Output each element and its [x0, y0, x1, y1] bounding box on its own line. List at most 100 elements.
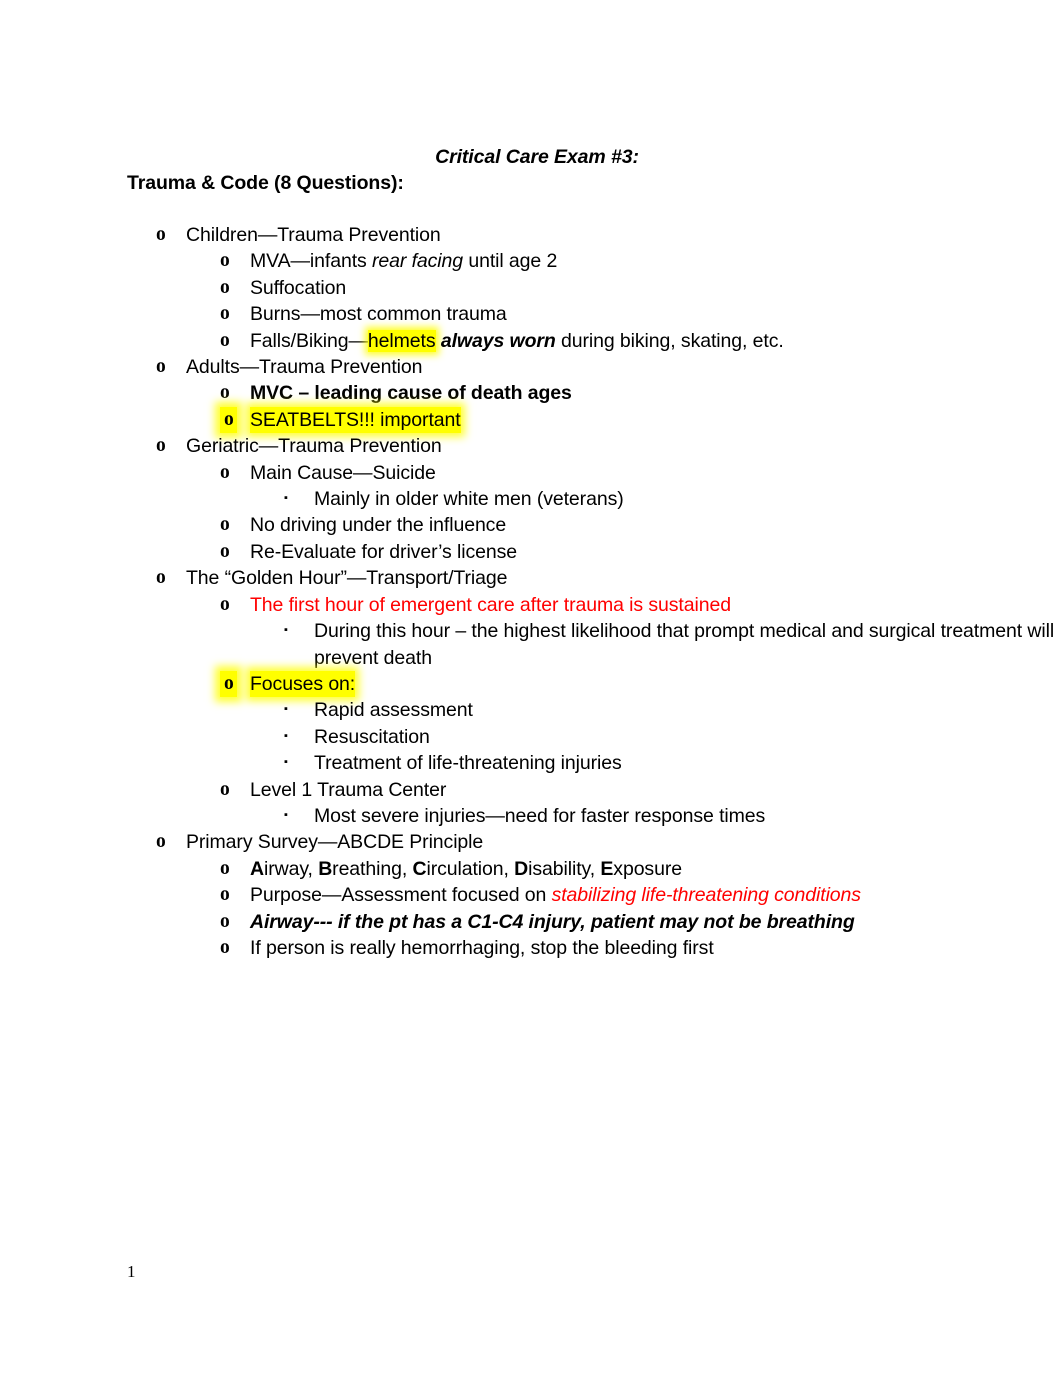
bullet-level2-icon: o: [220, 382, 230, 404]
document-title-line: Critical Care Exam #3:: [0, 146, 1062, 169]
list-item-label-tail: until age 2: [463, 250, 558, 273]
bullet-level3-square-icon: ▪: [284, 703, 288, 716]
list-item-label: Level 1 Trauma Center: [250, 778, 447, 801]
abcde-letter-e: E: [600, 857, 614, 880]
bullet-level1-icon: o: [156, 224, 166, 245]
bullet-level2-icon: o: [220, 540, 230, 562]
list-item: o Re-Evaluate for driver’s license: [0, 539, 1062, 565]
bullet-level2-icon: o: [220, 936, 230, 958]
list-item-label: Falls/Biking—: [250, 329, 368, 352]
bullet-level2-icon: o: [220, 670, 237, 698]
list-item-emphasis-bold-italic: always worn: [435, 329, 556, 352]
abcde-letter-c: C: [412, 857, 427, 880]
list-item: o The first hour of emergent care after …: [0, 592, 1062, 618]
bullet-level2-icon: o: [220, 406, 237, 434]
bullet-level2-icon: o: [220, 461, 230, 483]
bullet-level3-square-icon: ▪: [284, 729, 288, 742]
bullet-level2-icon: o: [220, 276, 230, 298]
bullet-level3-square-icon: ▪: [284, 624, 288, 637]
abcde-word-airway: irway,: [263, 857, 319, 880]
bullet-level2-icon: o: [220, 329, 230, 351]
list-item-label: MVA—infants: [250, 250, 372, 273]
bullet-level2-icon: o: [220, 593, 230, 615]
list-item-label: Purpose—Assessment focused on: [250, 884, 552, 907]
abcde-letter-a: A: [250, 857, 264, 880]
bullet-level1-icon: o: [156, 356, 166, 378]
highlighted-text: Focuses on:: [250, 670, 355, 698]
page-number: 1: [127, 1262, 136, 1281]
bullet-level3-square-icon: ▪: [284, 756, 288, 769]
bullet-level1-icon: o: [156, 831, 166, 853]
list-item-label: Rapid assessment: [314, 699, 473, 722]
list-item: o Geriatric—Trauma Prevention: [0, 433, 1062, 459]
list-item: o Airway, Breathing, Circulation, Disabi…: [0, 856, 1062, 882]
list-item: ▪ Mainly in older white men (veterans): [0, 486, 1062, 512]
list-item-label: The “Golden Hour”—Transport/Triage: [186, 567, 508, 590]
list-item: o Children—Trauma Prevention: [0, 222, 1062, 248]
list-item-label: Children—Trauma Prevention: [186, 224, 441, 246]
abcde-word-circulation: irculation,: [426, 857, 515, 880]
list-item-label-tail: during biking, skating, etc.: [555, 329, 784, 352]
bullet-level2-icon: o: [220, 857, 230, 879]
list-item-label: Geriatric—Trauma Prevention: [186, 435, 442, 458]
highlighted-text: helmets: [367, 329, 436, 352]
list-item-label: During this hour – the highest likelihoo…: [314, 620, 1055, 669]
list-item: o Falls/Biking—helmets always worn durin…: [0, 328, 1062, 354]
outline-list: o Children—Trauma Prevention o MVA—infan…: [0, 222, 1062, 961]
list-item-label: Adults—Trauma Prevention: [186, 356, 423, 379]
bullet-level2-icon: o: [220, 884, 230, 906]
bullet-level3-square-icon: ▪: [284, 808, 288, 821]
list-item: ▪ During this hour – the highest likelih…: [0, 618, 1062, 671]
abcde-word-disability: isability,: [528, 857, 601, 880]
list-item-emphasis-red-italic: stabilizing life-threatening conditions: [551, 884, 861, 907]
abcde-expansion-text: Airway, Breathing, Circulation, Disabili…: [250, 858, 682, 880]
list-item: o Primary Survey—ABCDE Principle: [0, 829, 1062, 855]
list-item: o Purpose—Assessment focused on stabiliz…: [0, 882, 1062, 908]
list-item-label: Burns—most common trauma: [250, 303, 507, 326]
list-item: o The “Golden Hour”—Transport/Triage: [0, 565, 1062, 591]
list-item-label: Primary Survey—ABCDE Principle: [186, 831, 484, 854]
list-item-label: If person is really hemorrhaging, stop t…: [250, 936, 714, 959]
bullet-level1-icon: o: [156, 567, 166, 589]
bullet-level2-icon: o: [220, 250, 230, 272]
list-item: o MVC – leading cause of death ages: [0, 380, 1062, 406]
list-item: o Main Cause—Suicide: [0, 460, 1062, 486]
list-item-label: Treatment of life-threatening injuries: [314, 752, 622, 775]
list-item-label: Most severe injuries—need for faster res…: [314, 804, 766, 827]
list-item: o Level 1 Trauma Center: [0, 777, 1062, 803]
list-item-label: Re-Evaluate for driver’s license: [250, 540, 518, 563]
list-item-label: Resuscitation: [314, 725, 430, 748]
list-item: o SEATBELTS!!! important: [0, 406, 1062, 434]
list-item: o Focuses on:: [0, 670, 1062, 698]
list-item-emphasis-italic: rear facing: [371, 250, 464, 273]
abcde-letter-d: D: [514, 857, 529, 880]
document-page: Critical Care Exam #3: Trauma & Code (8 …: [0, 0, 1062, 1377]
list-item: ▪ Resuscitation: [0, 724, 1062, 750]
list-item: o MVA—infants rear facing until age 2: [0, 248, 1062, 274]
bullet-level2-icon: o: [220, 778, 230, 800]
list-item-label: Mainly in older white men (veterans): [314, 488, 624, 511]
list-item-label: Suffocation: [250, 276, 347, 299]
list-item: o Airway--- if the pt has a C1-C4 injury…: [0, 909, 1062, 935]
document-subtitle-line: Trauma & Code (8 Questions):: [127, 172, 404, 195]
list-item: o Burns—most common trauma: [0, 301, 1062, 327]
list-item-label: Airway--- if the pt has a C1-C4 injury, …: [250, 910, 855, 933]
bullet-level2-icon: o: [220, 514, 230, 536]
abcde-word-exposure: xposure: [613, 857, 682, 880]
list-item-label-red: The first hour of emergent care after tr…: [250, 593, 731, 616]
list-item: ▪ Most severe injuries—need for faster r…: [0, 803, 1062, 829]
list-item: o No driving under the influence: [0, 512, 1062, 538]
list-item: o Suffocation: [0, 275, 1062, 301]
bullet-level1-icon: o: [156, 435, 166, 457]
bullet-level2-icon: o: [220, 303, 230, 325]
abcde-letter-b: B: [318, 857, 333, 880]
bullet-level2-icon: o: [220, 910, 230, 932]
page-title: Critical Care Exam #3:: [435, 146, 639, 168]
list-item-label: Main Cause—Suicide: [250, 461, 436, 484]
list-item: ▪ Treatment of life-threatening injuries: [0, 750, 1062, 776]
abcde-word-breathing: reathing,: [332, 857, 413, 880]
list-item: o Adults—Trauma Prevention: [0, 354, 1062, 380]
list-item: ▪ Rapid assessment: [0, 697, 1062, 723]
list-item-label: No driving under the influence: [250, 514, 507, 537]
highlighted-text: SEATBELTS!!! important: [250, 406, 461, 434]
